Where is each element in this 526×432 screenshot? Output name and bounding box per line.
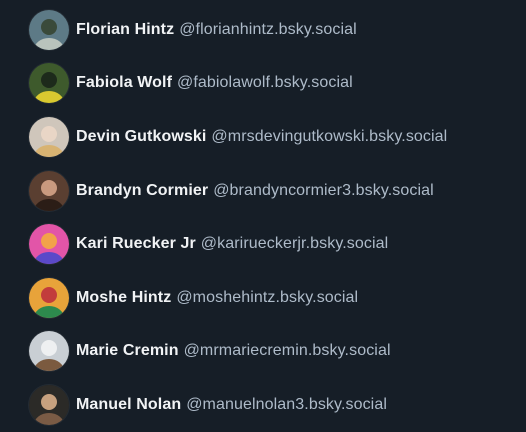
- user-handle[interactable]: @florianhintz.bsky.social: [179, 21, 357, 39]
- avatar-person-yellow-cap-icon[interactable]: [29, 63, 69, 103]
- user-display-name[interactable]: Marie Cremin: [76, 342, 179, 360]
- user-list: Florian Hintz @florianhintz.bsky.social …: [0, 0, 526, 432]
- user-row[interactable]: Kari Ruecker Jr @karirueckerjr.bsky.soci…: [29, 223, 388, 265]
- user-row[interactable]: Fabiola Wolf @fabiolawolf.bsky.social: [29, 62, 353, 104]
- user-row[interactable]: Manuel Nolan @manuelnolan3.bsky.social: [29, 384, 387, 426]
- avatar-person-outdoors-icon[interactable]: [29, 10, 69, 50]
- user-display-name[interactable]: Brandyn Cormier: [76, 182, 208, 200]
- user-row[interactable]: Brandyn Cormier @brandyncormier3.bsky.so…: [29, 170, 434, 212]
- user-row[interactable]: Florian Hintz @florianhintz.bsky.social: [29, 9, 357, 51]
- user-display-name[interactable]: Manuel Nolan: [76, 396, 181, 414]
- avatar-person-blonde-icon[interactable]: [29, 117, 69, 157]
- user-handle[interactable]: @mrmariecremin.bsky.social: [184, 342, 391, 360]
- user-handle[interactable]: @mrsdevingutkowski.bsky.social: [211, 128, 447, 146]
- user-display-name[interactable]: Kari Ruecker Jr: [76, 235, 196, 253]
- avatar-person-dark-icon[interactable]: [29, 385, 69, 425]
- user-handle[interactable]: @karirueckerjr.bsky.social: [201, 235, 388, 253]
- user-row[interactable]: Devin Gutkowski @mrsdevingutkowski.bsky.…: [29, 116, 447, 158]
- user-display-name[interactable]: Fabiola Wolf: [76, 74, 172, 92]
- user-display-name[interactable]: Devin Gutkowski: [76, 128, 206, 146]
- avatar-illustration-icon[interactable]: [29, 278, 69, 318]
- avatar-person-dark-hair-icon[interactable]: [29, 171, 69, 211]
- user-handle[interactable]: @manuelnolan3.bsky.social: [186, 396, 387, 414]
- user-handle[interactable]: @brandyncormier3.bsky.social: [213, 182, 434, 200]
- user-row[interactable]: Marie Cremin @mrmariecremin.bsky.social: [29, 330, 391, 372]
- user-handle[interactable]: @fabiolawolf.bsky.social: [177, 74, 353, 92]
- avatar-person-guitar-icon[interactable]: [29, 331, 69, 371]
- user-row[interactable]: Moshe Hintz @moshehintz.bsky.social: [29, 277, 358, 319]
- user-display-name[interactable]: Florian Hintz: [76, 21, 174, 39]
- user-handle[interactable]: @moshehintz.bsky.social: [176, 289, 358, 307]
- avatar-colorful-art-icon[interactable]: [29, 224, 69, 264]
- user-display-name[interactable]: Moshe Hintz: [76, 289, 171, 307]
